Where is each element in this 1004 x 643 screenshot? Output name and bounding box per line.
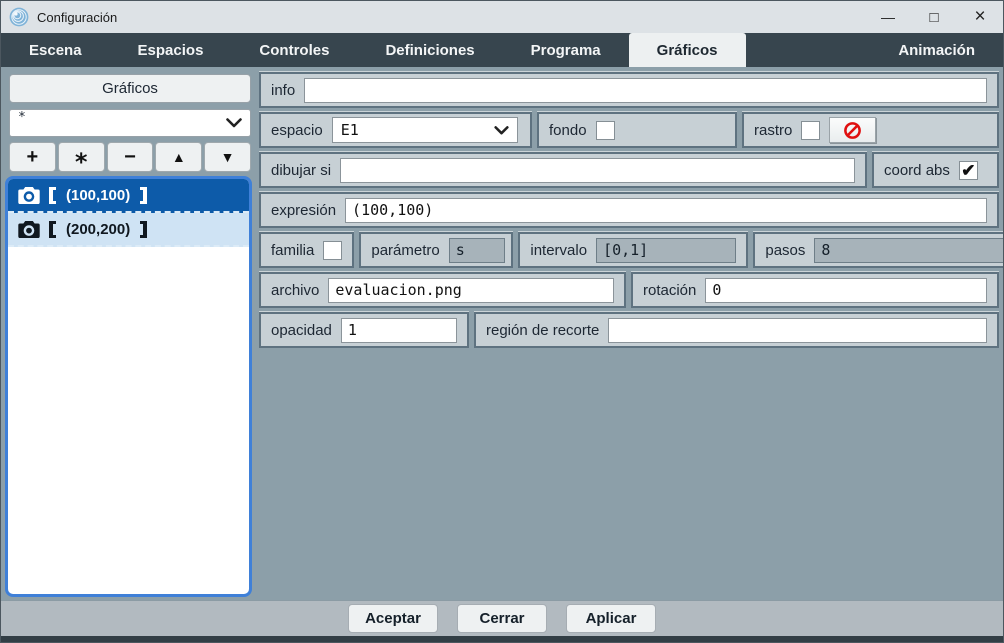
graphics-list: (100,100) (200,200) [5, 176, 252, 597]
tab-definiciones[interactable]: Definiciones [357, 33, 502, 67]
region-recorte-group: región de recorte [474, 312, 999, 348]
espacio-value: E1 [340, 121, 359, 139]
rastro-checkbox[interactable] [801, 120, 821, 140]
fondo-checkbox[interactable] [595, 120, 615, 140]
intervalo-input[interactable] [596, 237, 737, 263]
tab-bar: Escena Espacios Controles Definiciones P… [1, 33, 1003, 67]
filter-value: * [18, 110, 26, 125]
fondo-label: fondo [549, 121, 587, 139]
cerrar-button[interactable]: Cerrar [457, 604, 547, 633]
region-recorte-label: región de recorte [486, 321, 600, 339]
graphics-filter-select[interactable]: * [9, 109, 251, 137]
minimize-button[interactable]: — [865, 1, 911, 33]
parametro-group: parámetro [359, 232, 514, 268]
close-button[interactable]: × [957, 1, 1003, 33]
aplicar-button[interactable]: Aplicar [566, 604, 656, 633]
tab-graficos[interactable]: Gráficos [628, 33, 746, 67]
dibujar-si-label: dibujar si [271, 161, 332, 179]
tab-espacios[interactable]: Espacios [110, 33, 232, 67]
window-bottom-edge [1, 636, 1003, 642]
archivo-group: archivo [259, 272, 626, 308]
archivo-label: archivo [271, 281, 320, 299]
archivo-input[interactable] [328, 277, 614, 303]
add-graphic-button[interactable]: + [9, 142, 56, 172]
rotacion-group: rotación [631, 272, 999, 308]
opacidad-input[interactable] [340, 317, 457, 343]
list-item[interactable]: (200,200) [8, 213, 249, 247]
pasos-group: pasos [753, 232, 1003, 268]
chevron-down-icon [226, 118, 242, 128]
region-recorte-input[interactable] [608, 317, 987, 343]
expresion-input[interactable] [345, 197, 987, 223]
list-item-label: (100,100) [66, 186, 131, 204]
dibujar-si-group: dibujar si [259, 152, 867, 188]
graphic-properties-form: info espacio E1 fondo rastro dibujar si … [259, 72, 1003, 597]
parametro-input[interactable] [448, 237, 505, 263]
move-down-button[interactable]: ▼ [204, 142, 251, 172]
app-logo-icon [9, 7, 29, 27]
opacidad-group: opacidad [259, 312, 469, 348]
info-input[interactable] [304, 77, 987, 103]
move-up-button[interactable]: ▲ [155, 142, 203, 172]
aceptar-button[interactable]: Aceptar [348, 604, 438, 633]
window-title: Configuración [37, 9, 118, 25]
graphics-sidebar: Gráficos * + * − ▲ ▼ (100,100) (200,200) [5, 72, 252, 597]
camera-icon [18, 221, 40, 238]
espacio-label: espacio [271, 121, 323, 139]
remove-graphic-button[interactable]: − [106, 142, 154, 172]
title-bar: Configuración — □ × [1, 1, 1003, 33]
familia-group: familia [259, 232, 355, 268]
coord-abs-checkbox[interactable]: ✔ [958, 160, 978, 180]
rastro-label: rastro [754, 121, 793, 139]
list-item[interactable]: (100,100) [8, 179, 249, 213]
expresion-group: expresión [259, 192, 999, 228]
tab-controles[interactable]: Controles [231, 33, 357, 67]
rotacion-input[interactable] [705, 277, 987, 303]
pasos-label: pasos [765, 241, 806, 259]
lenticular-bracket-left [49, 186, 56, 204]
parametro-label: parámetro [371, 241, 440, 259]
pasos-input[interactable] [814, 237, 1003, 263]
clear-trace-button[interactable] [829, 117, 877, 143]
content-area: Gráficos * + * − ▲ ▼ (100,100) (200,200)… [1, 67, 1003, 600]
lenticular-bracket-left [49, 220, 56, 238]
espacio-select[interactable]: E1 [331, 117, 518, 143]
sidebar-title: Gráficos [9, 74, 251, 103]
duplicate-graphic-button[interactable]: * [57, 142, 105, 174]
familia-checkbox[interactable] [323, 240, 343, 260]
list-toolbar: + * − ▲ ▼ [9, 142, 251, 174]
fondo-group: fondo [537, 112, 737, 148]
maximize-button[interactable]: □ [911, 1, 957, 33]
list-item-label: (200,200) [66, 220, 131, 238]
rastro-group: rastro [742, 112, 999, 148]
opacidad-label: opacidad [271, 321, 332, 339]
info-label: info [271, 81, 296, 99]
tab-escena[interactable]: Escena [1, 33, 110, 67]
espacio-group: espacio E1 [259, 112, 532, 148]
tab-animacion[interactable]: Animación [870, 33, 1003, 67]
familia-label: familia [271, 241, 315, 259]
intervalo-label: intervalo [530, 241, 588, 259]
expresion-label: expresión [271, 201, 337, 219]
info-group: info [259, 72, 999, 108]
coord-abs-group: coord abs ✔ [872, 152, 999, 188]
dibujar-si-input[interactable] [340, 157, 855, 183]
coord-abs-label: coord abs [884, 161, 950, 179]
lenticular-bracket-right [140, 220, 148, 238]
dialog-footer: Aceptar Cerrar Aplicar [1, 600, 1003, 636]
lenticular-bracket-right [140, 186, 148, 204]
chevron-down-icon [494, 125, 509, 134]
tab-programa[interactable]: Programa [503, 33, 629, 67]
no-entry-icon [844, 121, 862, 139]
camera-icon [18, 187, 40, 204]
intervalo-group: intervalo [518, 232, 749, 268]
rotacion-label: rotación [643, 281, 697, 299]
configuracion-window: Configuración — □ × Escena Espacios Cont… [0, 0, 1004, 643]
